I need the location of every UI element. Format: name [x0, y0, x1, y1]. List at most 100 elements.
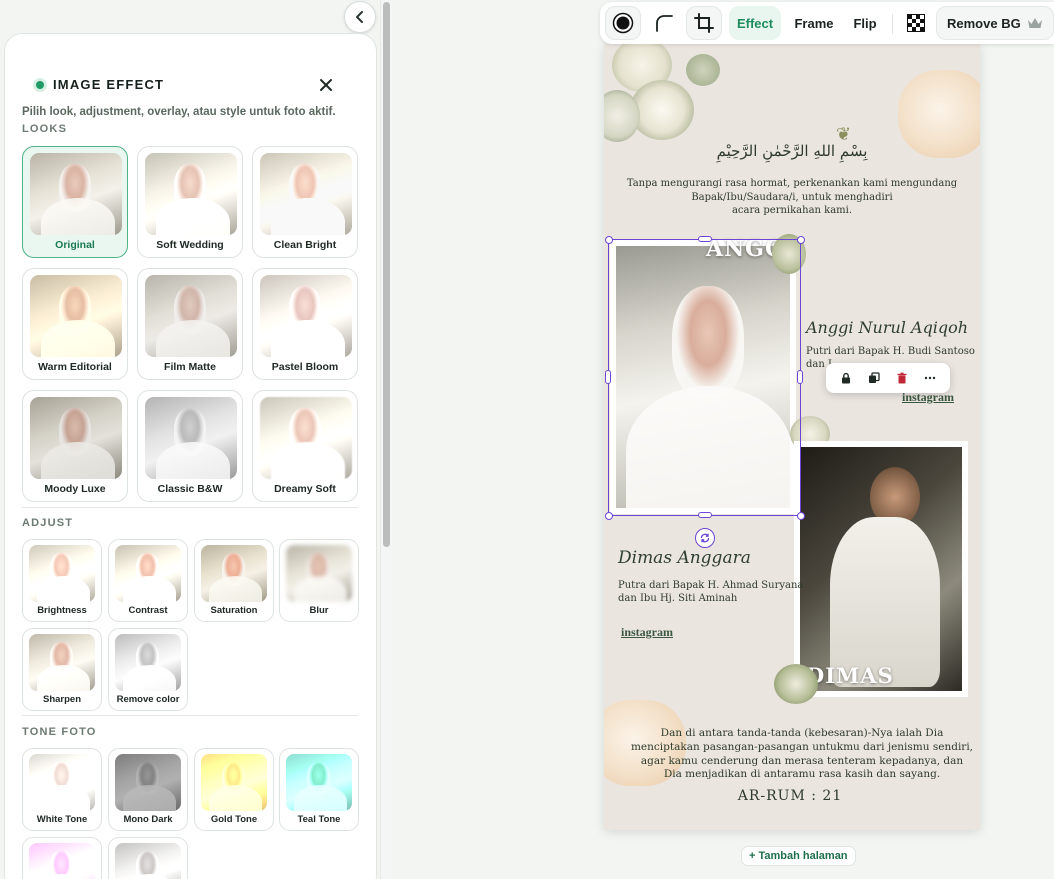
adjust-thumbnail [286, 545, 352, 602]
rotate-icon [700, 533, 710, 543]
resize-handle-bottom-left[interactable] [605, 512, 613, 520]
adjust-thumbnail [29, 634, 95, 691]
resize-handle-right[interactable] [797, 370, 803, 384]
remove-bg-button[interactable]: Remove BG [936, 6, 1054, 40]
tone-white[interactable]: White Tone [22, 748, 102, 831]
tone-mono-dark[interactable]: Mono Dark [108, 748, 188, 831]
look-thumbnail [30, 153, 122, 235]
look-label: Dreamy Soft [274, 483, 336, 495]
delete-button[interactable] [896, 372, 908, 384]
effect-button[interactable]: Effect [729, 6, 781, 40]
adjust-label: Contrast [128, 605, 168, 616]
adjust-label: Brightness [37, 605, 87, 616]
look-pastel-bloom[interactable]: Pastel Bloom [252, 268, 358, 380]
corner-radius-button[interactable] [646, 6, 682, 40]
look-moody-luxe[interactable]: Moody Luxe [22, 390, 128, 502]
look-warm-editorial[interactable]: Warm Editorial [22, 268, 128, 380]
resize-handle-top[interactable] [698, 236, 712, 242]
look-label: Original [55, 239, 95, 251]
tone-thumbnail [286, 754, 352, 811]
verse-line: Dia menjadikan di antaramu rasa kasih da… [663, 768, 941, 781]
look-soft-wedding[interactable]: Soft Wedding [137, 146, 243, 258]
crop-icon [694, 13, 714, 33]
lock-button[interactable] [840, 372, 852, 384]
opening-line: Bapak/Ibu/Saudara/i, untuk menghadiri [691, 191, 893, 203]
mask-shape-button[interactable] [605, 6, 641, 40]
leaf-decoration [686, 54, 720, 86]
circle-mask-icon [612, 12, 634, 34]
bride-parents-line: Putri dari Bapak H. Budi Santoso [806, 346, 975, 357]
transparency-icon [907, 14, 925, 32]
look-label: Pastel Bloom [271, 361, 339, 373]
groom-photo [800, 447, 962, 691]
look-film-matte[interactable]: Film Matte [137, 268, 243, 380]
groom-parents-line: dan Ibu Hj. Siti Aminah [618, 593, 738, 604]
groom-stamp-name: DIMAS [806, 663, 894, 688]
look-dreamy-soft[interactable]: Dreamy Soft [252, 390, 358, 502]
look-classic-bw[interactable]: Classic B&W [137, 390, 243, 502]
tone-teal[interactable]: Teal Tone [279, 748, 359, 831]
corner-radius-icon [656, 15, 673, 32]
flower-decoration [774, 664, 818, 704]
look-thumbnail [260, 275, 352, 357]
look-thumbnail [145, 153, 237, 235]
rotate-handle[interactable] [695, 528, 715, 548]
tone-thumbnail [115, 843, 181, 879]
adjust-thumbnail [115, 634, 181, 691]
tone-pink[interactable] [22, 837, 102, 879]
adjust-contrast[interactable]: Contrast [108, 539, 188, 622]
adjust-blur[interactable]: Blur [279, 539, 359, 622]
close-panel-button[interactable] [315, 74, 337, 96]
resize-handle-bottom[interactable] [698, 512, 712, 518]
verse-line: agar kamu cenderung dan merasa tenteram … [640, 754, 964, 767]
look-original[interactable]: Original [22, 146, 128, 258]
look-thumbnail [145, 397, 237, 479]
chevron-left-icon [356, 11, 363, 23]
transparency-button[interactable] [900, 6, 932, 40]
tone-silver[interactable] [108, 837, 188, 879]
adjust-label: Blur [309, 605, 329, 616]
selection-box [608, 239, 801, 516]
look-thumbnail [30, 397, 122, 479]
panel-header: IMAGE EFFECT [36, 77, 164, 92]
panel-scrollbar-thumb[interactable] [383, 2, 390, 547]
element-context-menu [826, 363, 950, 393]
adjust-saturation[interactable]: Saturation [194, 539, 274, 622]
tone-thumbnail [201, 754, 267, 811]
verse-line: menciptakan pasangan-pasangan untukmu da… [630, 740, 974, 753]
groom-name: Dimas Anggara [618, 548, 751, 568]
section-divider [22, 715, 358, 716]
duplicate-button[interactable] [868, 372, 880, 384]
bismillah-text: بِسْمِ اللهِ الرَّحْمٰنِ الرَّحِيْمِ [716, 142, 868, 160]
collapse-panel-button[interactable] [344, 1, 376, 33]
resize-handle-bottom-right[interactable] [797, 512, 805, 520]
status-dot-icon [36, 80, 44, 89]
flip-button[interactable]: Flip [846, 6, 884, 40]
adjust-label: Sharpen [42, 694, 81, 705]
flower-decoration [630, 80, 694, 140]
resize-handle-top-right[interactable] [797, 236, 805, 244]
opening-text: Tanpa mengurangi rasa hormat, perkenanka… [604, 177, 980, 218]
tone-gold[interactable]: Gold Tone [194, 748, 274, 831]
adjust-section-label: ADJUST [22, 517, 74, 529]
crop-button[interactable] [686, 6, 722, 40]
look-label: Classic B&W [157, 483, 223, 495]
adjust-brightness[interactable]: Brightness [22, 539, 102, 622]
groom-instagram-link[interactable]: instagram [621, 625, 673, 640]
more-horizontal-icon [924, 376, 936, 380]
tone-label: Teal Tone [297, 814, 341, 825]
groom-photo-stamp[interactable]: DIMAS [794, 441, 968, 697]
add-page-button[interactable]: + Tambah halaman [741, 846, 856, 866]
close-icon [320, 79, 332, 91]
adjust-remove-color[interactable]: Remove color [108, 628, 188, 711]
panel-title: IMAGE EFFECT [53, 77, 165, 92]
frame-button[interactable]: Frame [788, 6, 840, 40]
bride-name: Anggi Nurul Aqiqoh [806, 318, 969, 337]
image-toolbar: Effect Frame Flip Remove BG [600, 2, 1054, 44]
resize-handle-left[interactable] [605, 370, 611, 384]
tone-section-label: TONE FOTO [22, 726, 97, 738]
adjust-sharpen[interactable]: Sharpen [22, 628, 102, 711]
more-options-button[interactable] [924, 372, 936, 384]
resize-handle-top-left[interactable] [605, 236, 613, 244]
look-clean-bright[interactable]: Clean Bright [252, 146, 358, 258]
